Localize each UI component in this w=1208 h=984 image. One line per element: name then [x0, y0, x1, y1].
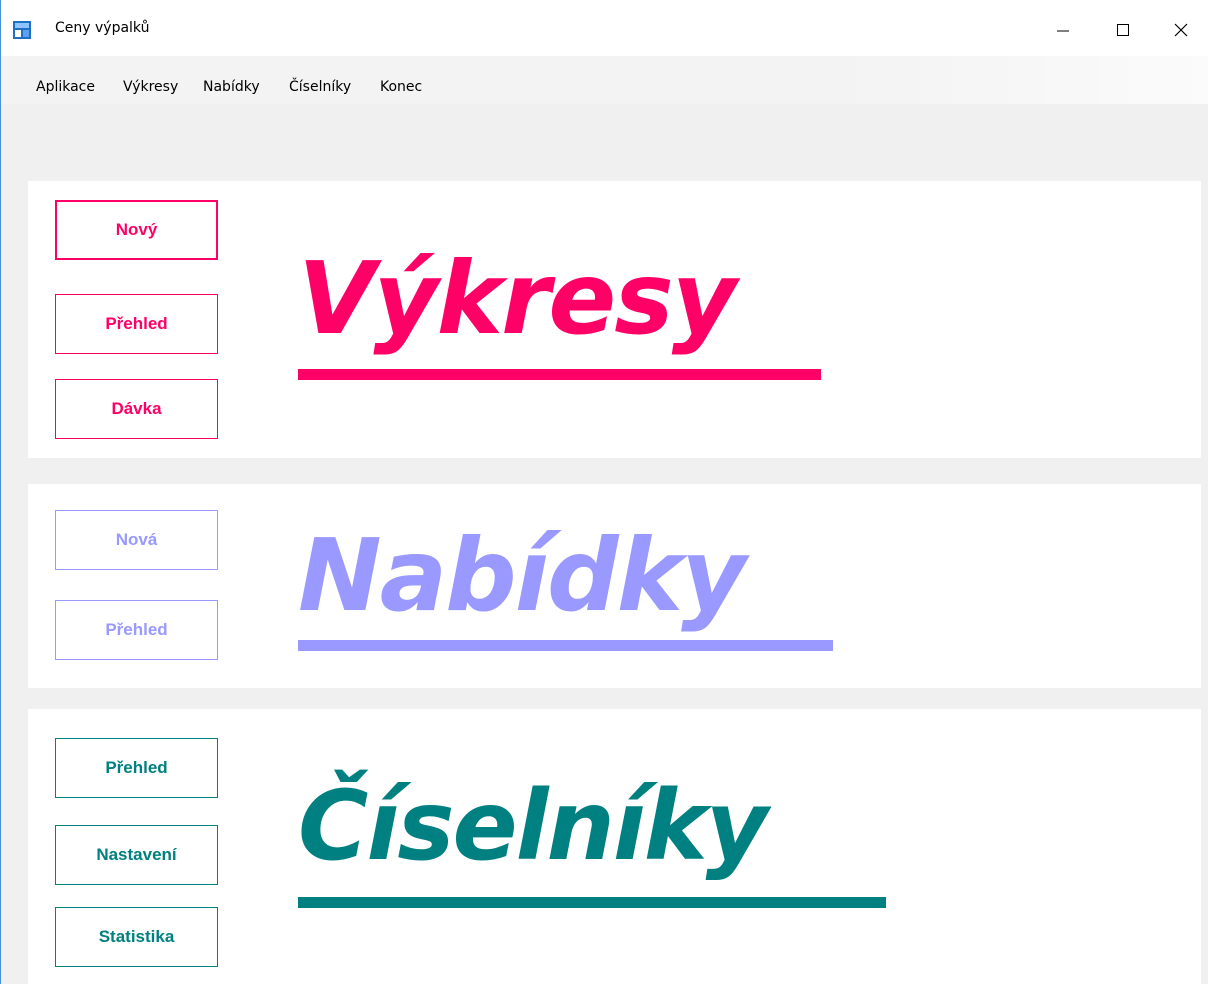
panel-vykresy: Nový Přehled Dávka Výkresy [28, 181, 1201, 458]
ciselniky-statistika-button[interactable]: Statistika [55, 907, 218, 967]
application-window: Ceny výpalků Aplikace Výkresy Nabídky Čí… [0, 0, 1208, 984]
close-button[interactable] [1162, 12, 1200, 48]
maximize-icon [1117, 24, 1129, 36]
vykresy-davka-button[interactable]: Dávka [55, 379, 218, 439]
vykresy-title: Výkresy [298, 240, 737, 357]
vykresy-novy-button[interactable]: Nový [55, 200, 218, 260]
maximize-button[interactable] [1104, 12, 1142, 48]
menu-vykresy[interactable]: Výkresy [123, 79, 178, 95]
close-icon [1174, 23, 1188, 37]
nabidky-nova-button[interactable]: Nová [55, 510, 218, 570]
nabidky-prehled-button[interactable]: Přehled [55, 600, 218, 660]
vykresy-title-underline [298, 369, 821, 380]
panel-ciselniky: Přehled Nastavení Statistika Číselníky [28, 709, 1201, 984]
menu-nabidky[interactable]: Nabídky [203, 79, 260, 95]
panel-nabidky: Nová Přehled Nabídky [28, 484, 1201, 688]
nabidky-title-underline [298, 640, 833, 651]
ciselniky-title-underline [298, 897, 886, 908]
vykresy-prehled-button[interactable]: Přehled [55, 294, 218, 354]
nabidky-title: Nabídky [298, 517, 746, 634]
minimize-button[interactable] [1044, 12, 1082, 48]
title-bar[interactable]: Ceny výpalků [1, 0, 1208, 56]
ciselniky-title: Číselníky [298, 770, 768, 882]
window-title: Ceny výpalků [55, 20, 150, 36]
menu-ciselniky[interactable]: Číselníky [289, 79, 351, 95]
app-icon [13, 21, 31, 39]
ciselniky-prehled-button[interactable]: Přehled [55, 738, 218, 798]
minimize-icon [1057, 30, 1069, 32]
ciselniky-nastaveni-button[interactable]: Nastavení [55, 825, 218, 885]
menu-aplikace[interactable]: Aplikace [36, 79, 95, 95]
menu-konec[interactable]: Konec [380, 79, 422, 95]
menu-bar [1, 56, 1208, 104]
